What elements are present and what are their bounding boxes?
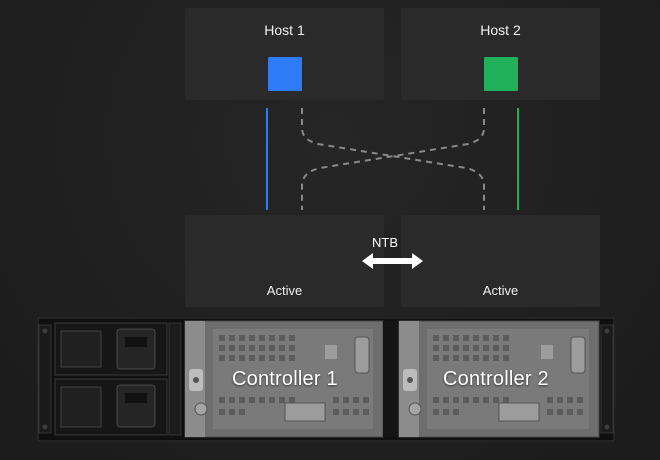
- controller-1-label: Controller 1: [232, 368, 338, 390]
- storage-chassis: Controller 1 Controller 2: [37, 317, 615, 442]
- architecture-diagram: Host 1 Host 2 Active Active NTB Controll…: [0, 0, 660, 460]
- host-2-cross-link: [301, 108, 485, 210]
- host-1-cross-link: [301, 108, 485, 210]
- ntb-label: NTB: [372, 235, 398, 250]
- controller-2-label: Controller 2: [443, 368, 549, 390]
- ntb-arrow-icon: [362, 253, 423, 269]
